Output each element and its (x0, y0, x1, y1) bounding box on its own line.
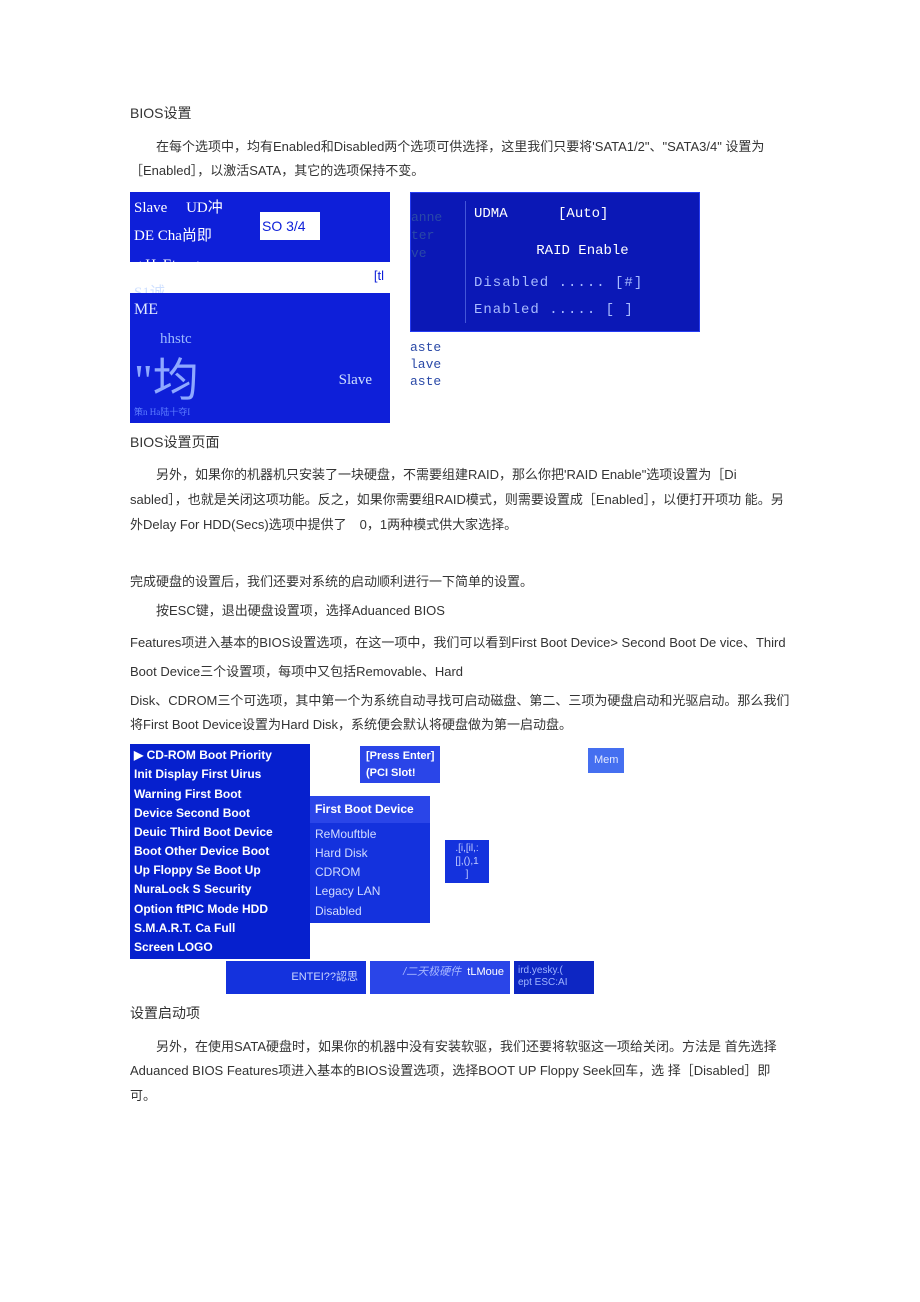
opt-0: ReMouftble (315, 825, 425, 844)
bios-lower-3: aste (410, 374, 700, 391)
lbl-8: Option ftPIC Mode HDD (134, 900, 306, 919)
first-boot-title: First Boot Device (310, 796, 430, 823)
bios-main: UDMA [Auto] RAID Enable Disabled ..... [… (465, 201, 691, 323)
caption-2: 设置启动项 (130, 1000, 790, 1027)
f1-tiny: 策n Ha陆十夺I (134, 404, 190, 421)
fig1-left-top: Slave UD冲 DE Cha尚即 g HaEtcr g SO 3/4 S1诚 (130, 192, 390, 262)
bios-side-col: anne ter ve (411, 201, 465, 323)
fig1-left-bottom: ME hhstc "均 Slave 策n Ha陆十夺I (130, 293, 390, 423)
f1-row3a: g HaEtcr g (134, 257, 199, 273)
bios-side-2: ter (411, 227, 465, 245)
figure-boot-device: [Press Enter] (PCI Slot! Mem .[i,[il,: [… (130, 744, 670, 994)
lbl-1: Init Display First Uirus (134, 765, 306, 784)
paragraph-3: 完成硬盘的设置后，我们还要对系统的启动顺利进行一下简单的设置。 (130, 570, 790, 595)
lbl-4: Deuic Third Boot Device (134, 823, 306, 842)
fig2-pe-1: [Press Enter] (366, 748, 434, 765)
opt-3: Legacy LAN (315, 882, 425, 901)
f3-2: ept ESC:AI (518, 977, 590, 989)
lbl-10: Screen LOGO (134, 938, 306, 957)
bios-side-1: anne (411, 209, 465, 227)
lbl-3: Device Second Boot (134, 804, 306, 823)
footer-3: ird.yesky.( ept ESC:AI (514, 961, 594, 994)
fig2-side-badge: .[i,[il,: [],(),1 ] (445, 840, 489, 883)
f1-me: ME (134, 295, 386, 325)
fig2-press-enter: [Press Enter] (PCI Slot! (360, 746, 440, 783)
caption-1: BIOS设置页面 (130, 429, 790, 456)
lbl-6: Up Floppy Se Boot Up (134, 861, 306, 880)
bios-hdr-left: UDMA (474, 206, 508, 222)
f2-r: tLMoue (467, 966, 504, 978)
raid-opt-enabled: Enabled ..... [ ] (474, 297, 691, 324)
page-title: BIOS设置 (130, 100, 790, 127)
sb1: .[i,[il,: (449, 842, 485, 855)
lbl-2: Warning First Boot (134, 785, 306, 804)
paragraph-4: 按ESC键，退出硬盘设置项，选择Aduanced BIOS (130, 599, 790, 624)
sb3: ] (449, 868, 485, 881)
opt-1: Hard Disk (315, 844, 425, 863)
paragraph-2: 另外，如果你的机器机只安装了一块硬盘，不需要组建RAID，那么你把'RAID E… (130, 463, 790, 537)
fig2-footer: ENTEI??認思 /二天极硬件 tLMoue ird.yesky.( ept … (130, 961, 670, 994)
f1-hhstc: hhstc (160, 325, 386, 354)
lbl-9: S.M.A.R.T. Ca Full (134, 919, 306, 938)
paragraph-8: 另外，在使用SATA硬盘时，如果你的机器中没有安装软驱，我们还要将软驱这一项给关… (130, 1035, 790, 1109)
bios-lower: aste lave aste (410, 340, 700, 391)
paragraph-5: Features项进入基本的BIOS设置选项，在这一项中，我们可以看到First… (130, 631, 790, 656)
lbl-0: ▶ CD-ROM Boot Priority (134, 746, 306, 765)
figure-bios-raid: Slave UD冲 DE Cha尚即 g HaEtcr g SO 3/4 S1诚… (130, 192, 790, 423)
opt-2: CDROM (315, 863, 425, 882)
fig1-right-panel: anne ter ve UDMA [Auto] RAID Enable Disa… (410, 192, 700, 423)
fig2-labels: ▶ CD-ROM Boot Priority Init Display Firs… (130, 744, 310, 959)
bios-side-3: ve (411, 245, 465, 263)
sb2: [],(),1 (449, 855, 485, 868)
paragraph-7: Disk、CDROM三个可选项，其中第一个为系统自动寻找可启动磁盘、第二、三项为… (130, 689, 790, 738)
fig2-pe-2: (PCI Slot! (366, 765, 434, 782)
fig2-mem: Mem (588, 748, 624, 773)
lbl-5: Boot Other Device Boot (134, 842, 306, 861)
boot-options: ReMouftble Hard Disk CDROM Legacy LAN Di… (310, 823, 430, 923)
bios-hdr-right: [Auto] (558, 206, 608, 222)
f1-row1a: Slave (134, 200, 167, 216)
lbl-7: NuraLock S Security (134, 880, 306, 899)
footer-2: /二天极硬件 tLMoue (370, 961, 510, 994)
f3-1: ird.yesky.( (518, 965, 590, 977)
raid-opt-disabled: Disabled ..... [#] (474, 270, 691, 297)
opt-4: Disabled (315, 902, 425, 921)
f1-white-patch: SO 3/4 (260, 212, 320, 240)
raid-enable-title: RAID Enable (474, 238, 691, 265)
f1-slave: Slave (339, 366, 372, 395)
paragraph-1: 在每个选项中，均有Enabled和Disabled两个选项可供选择，这里我们只要… (130, 135, 790, 184)
f1-row1b: UD冲 (186, 200, 223, 216)
bios-lower-1: aste (410, 340, 700, 357)
fig1-left-panel: Slave UD冲 DE Cha尚即 g HaEtcr g SO 3/4 S1诚… (130, 192, 390, 423)
bios-lower-2: lave (410, 357, 700, 374)
f2-l1: /二天极硬件 (403, 966, 461, 978)
footer-1: ENTEI??認思 (226, 961, 366, 994)
bios-raid-box: anne ter ve UDMA [Auto] RAID Enable Disa… (410, 192, 700, 332)
paragraph-6: Boot Device三个设置项，每项中又包括Removable、Hard (130, 660, 790, 685)
